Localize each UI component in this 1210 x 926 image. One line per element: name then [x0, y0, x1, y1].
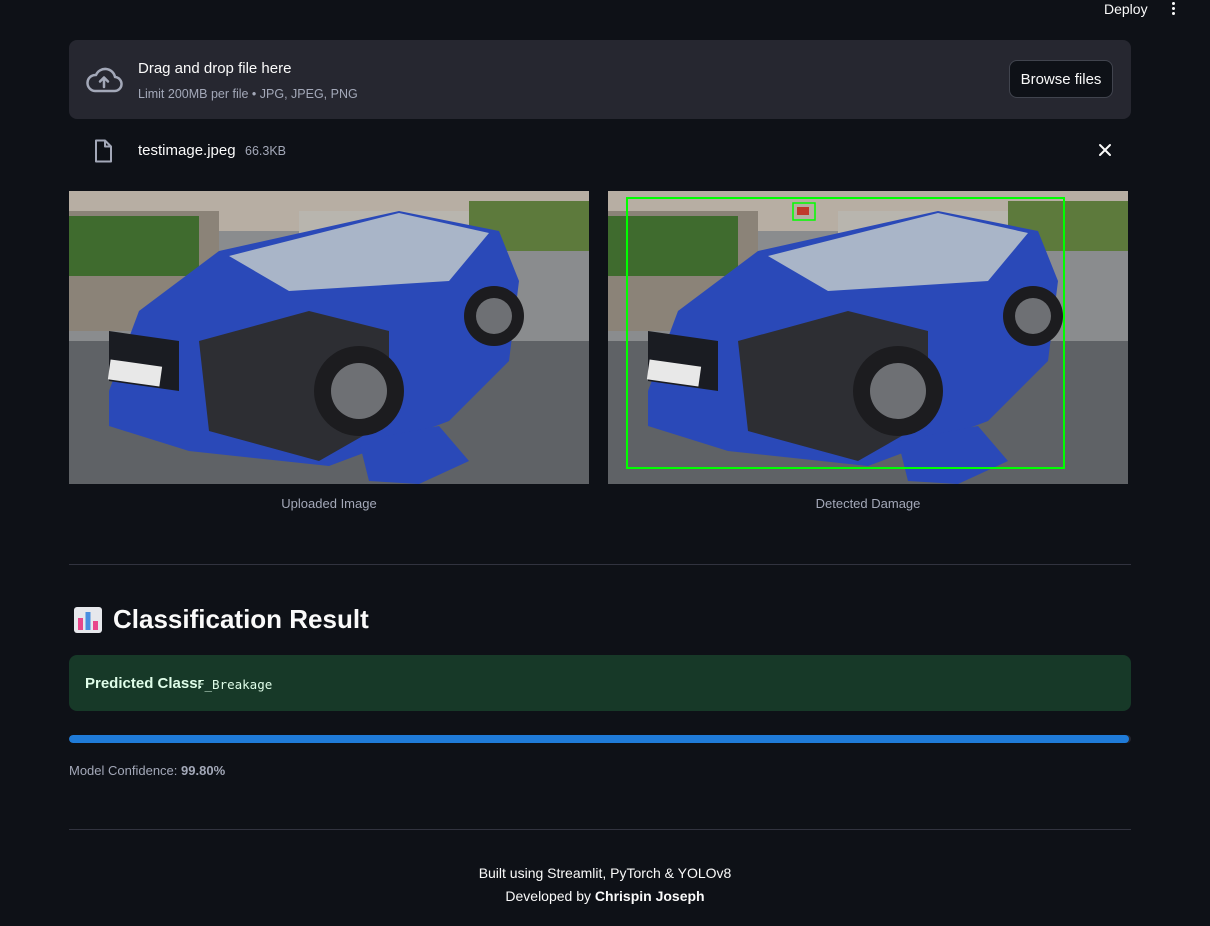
file-dropzone[interactable]: Drag and drop file here Limit 200MB per … — [69, 40, 1131, 119]
confidence-value: 99.80% — [181, 763, 226, 778]
footer-author: Chrispin Joseph — [594, 888, 705, 904]
bar-chart-emoji — [74, 606, 102, 633]
confidence-progress-fill — [69, 735, 1129, 743]
prediction-alert: Predicted Class: F_Breakage — [69, 655, 1131, 711]
deploy-button[interactable]: Deploy — [1104, 1, 1148, 17]
close-icon[interactable] — [1097, 142, 1113, 158]
uploaded-image-caption: Uploaded Image — [281, 496, 377, 511]
predicted-class-label: Predicted Class: — [85, 675, 203, 692]
footer-developed-prefix: Developed by — [505, 888, 592, 904]
file-name: testimage.jpeg — [138, 142, 236, 159]
footer-built-using: Built using Streamlit, PyTorch & YOLOv8 — [478, 865, 732, 881]
uploaded-file-row: testimage.jpeg 66.3KB — [69, 135, 1131, 167]
model-confidence: Model Confidence: 99.80% — [69, 763, 225, 778]
kebab-menu-icon[interactable] — [1165, 0, 1181, 16]
top-bar: Deploy — [0, 0, 1210, 20]
dropzone-title: Drag and drop file here — [138, 60, 292, 77]
file-size: 66.3KB — [245, 144, 287, 158]
cloud-upload-icon — [86, 67, 123, 93]
classification-heading-text: Classification Result — [113, 604, 369, 634]
detected-damage-image — [608, 191, 1128, 484]
confidence-progress-bar — [69, 735, 1131, 743]
divider — [69, 829, 1131, 830]
footer-developed-by: Developed by Chrispin Joseph — [0, 888, 1210, 904]
predicted-class-value: F_Breakage — [197, 677, 273, 692]
divider — [69, 564, 1131, 565]
classification-heading: Classification Result — [73, 604, 369, 635]
dropzone-subtitle: Limit 200MB per file • JPG, JPEG, PNG — [138, 87, 358, 101]
detected-damage-caption: Detected Damage — [815, 496, 921, 511]
browse-files-button[interactable]: Browse files — [1009, 60, 1113, 98]
uploaded-image — [69, 191, 589, 484]
confidence-label: Model Confidence: — [69, 763, 178, 778]
file-icon — [95, 139, 112, 163]
